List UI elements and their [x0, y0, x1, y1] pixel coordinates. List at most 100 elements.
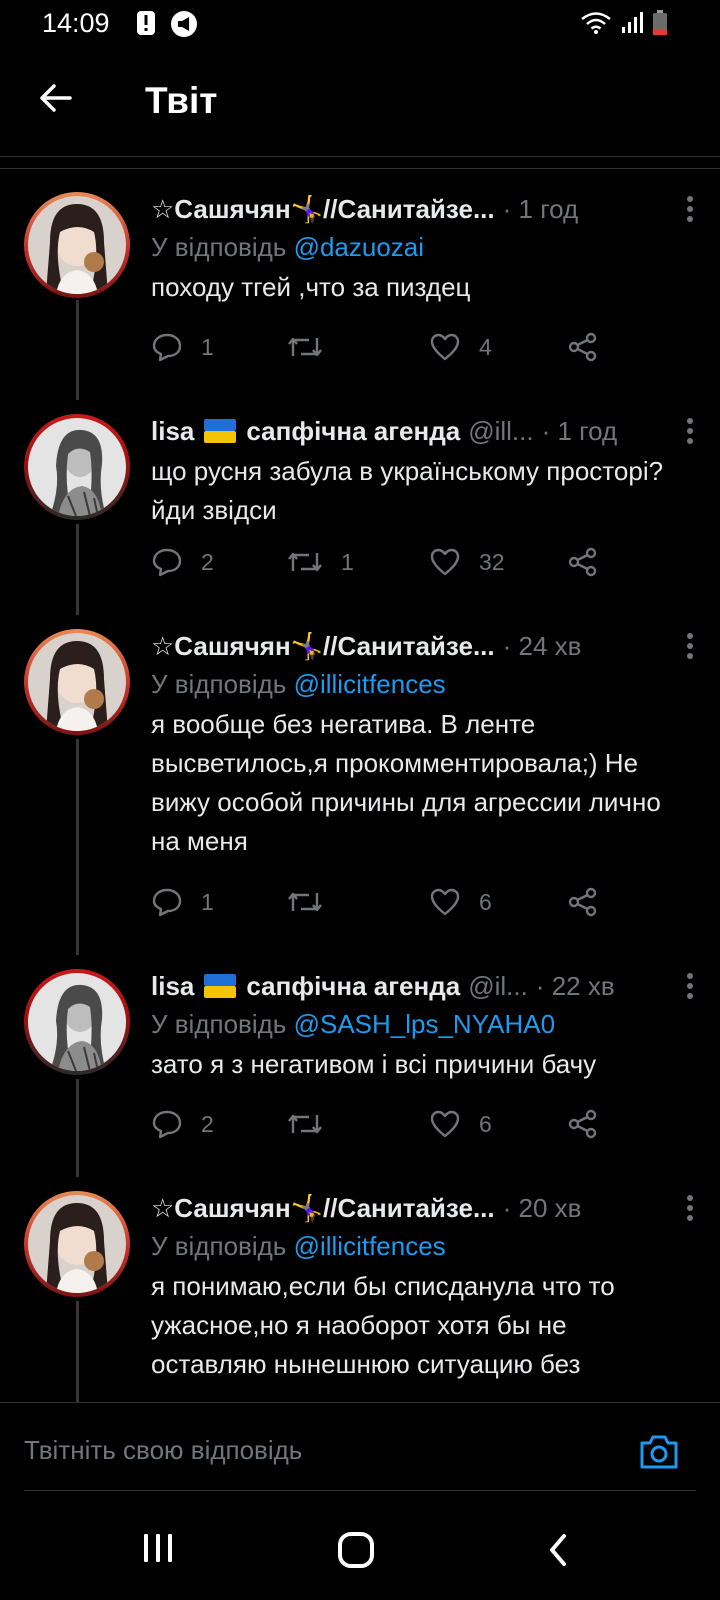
avatar[interactable] [24, 414, 130, 520]
like-count: 6 [479, 1110, 492, 1137]
tweet-header: ☆Сашячян🤸‍♀️//Санитайзе... · 24 хв [151, 629, 684, 663]
author-name-suffix[interactable]: сапфічна агенда [246, 416, 460, 447]
tweet[interactable]: ☆Сашячян🤸‍♀️//Санитайзе... · 1 год У від… [0, 170, 720, 400]
retweet-icon [288, 552, 322, 572]
composer-underline [24, 1490, 696, 1491]
tweet-header: lisa сапфічна агенда @ill... · 1 год [151, 414, 684, 448]
status-system-icons [580, 10, 668, 36]
avatar-image [28, 973, 126, 1071]
tweet-content: ☆Сашячян🤸‍♀️//Санитайзе... · 24 хв У від… [151, 629, 693, 861]
author-name[interactable]: lisa [151, 971, 194, 1002]
author-name[interactable]: lisa [151, 416, 194, 447]
avatar-image [28, 418, 126, 516]
reply-count: 2 [201, 1110, 214, 1137]
retweet-button[interactable]: 1 [287, 547, 354, 577]
reply-mention-link[interactable]: @illicitfences [294, 1231, 446, 1261]
more-icon[interactable] [686, 631, 694, 661]
retweet-button[interactable] [287, 887, 341, 917]
tweet[interactable]: ☆Сашячян🤸‍♀️//Санитайзе... · 20 хв У від… [0, 1177, 720, 1402]
author-name[interactable]: ☆Сашячян🤸‍♀️//Санитайзе... [151, 1193, 495, 1224]
share-button[interactable] [567, 332, 599, 362]
tweet-header: ☆Сашячян🤸‍♀️//Санитайзе... · 1 год [151, 192, 684, 226]
wifi-icon [581, 12, 611, 34]
avatar[interactable] [24, 1191, 130, 1297]
reply-context: У відповідь @illicitfences [151, 668, 684, 701]
tweet-text: що русня забула в українському просторі?… [151, 456, 664, 525]
avatar[interactable] [24, 192, 130, 298]
header-divider [0, 156, 720, 157]
share-icon [568, 887, 597, 917]
back-icon[interactable] [544, 1530, 572, 1570]
tweet[interactable]: lisa сапфічна агенда @il... · 22 хв У ві… [0, 955, 720, 1177]
tweet-actions: 2 1 32 [151, 547, 611, 587]
tweet-header: lisa сапфічна агенда @il... · 22 хв [151, 969, 684, 1003]
author-name-suffix[interactable]: сапфічна агенда [246, 971, 460, 1002]
camera-icon[interactable] [638, 1433, 680, 1471]
more-icon[interactable] [686, 971, 694, 1001]
reply-count: 1 [201, 333, 214, 360]
more-icon[interactable] [686, 194, 694, 224]
tweet-content: lisa сапфічна агенда @il... · 22 хв У ві… [151, 969, 693, 1084]
share-button[interactable] [567, 887, 599, 917]
avatar-image [28, 1195, 126, 1293]
tweet-actions: 1 6 [151, 887, 611, 927]
retweet-icon [288, 1114, 322, 1134]
retweet-count: 1 [341, 548, 354, 575]
reply-context: У відповідь @SASH_lps_NYAHA0 [151, 1008, 684, 1041]
reply-icon [152, 333, 182, 362]
reply-mention-link[interactable]: @SASH_lps_NYAHA0 [294, 1009, 555, 1039]
like-button[interactable]: 6 [429, 887, 492, 917]
retweet-button[interactable] [287, 332, 341, 362]
arrow-left-icon[interactable] [36, 78, 76, 118]
reply-thread: ☆Сашячян🤸‍♀️//Санитайзе... · 1 год У від… [0, 170, 720, 1402]
like-icon [430, 333, 460, 361]
reply-icon [152, 1110, 182, 1139]
thread-connector [76, 524, 79, 615]
reply-mention-link[interactable]: @illicitfences [294, 669, 446, 699]
reply-mention-link[interactable]: @dazuozai [294, 232, 424, 262]
author-handle: @ill... [468, 415, 534, 446]
tweet-time: · 20 хв [502, 1192, 582, 1223]
retweet-button[interactable] [287, 1109, 341, 1139]
recents-icon[interactable] [140, 1530, 176, 1566]
tweet-text: я понимаю,если бы списданула что то ужас… [151, 1271, 615, 1379]
avatar[interactable] [24, 629, 130, 735]
author-handle: @il... [468, 970, 528, 1001]
avatar[interactable] [24, 969, 130, 1075]
megaphone-icon [171, 11, 197, 37]
share-button[interactable] [567, 547, 599, 577]
reply-composer[interactable]: Твітніть свою відповідь [0, 1402, 720, 1492]
tweet-actions: 1 4 [151, 332, 611, 372]
battery-icon [653, 10, 667, 35]
reply-button[interactable]: 2 [151, 547, 214, 577]
ukraine-flag-icon [204, 419, 237, 443]
like-count: 6 [479, 888, 492, 915]
like-button[interactable]: 6 [429, 1109, 492, 1139]
reply-input[interactable]: Твітніть свою відповідь [24, 1435, 302, 1466]
tweet[interactable]: ☆Сашячян🤸‍♀️//Санитайзе... · 24 хв У від… [0, 615, 720, 955]
retweet-icon [288, 337, 322, 357]
like-button[interactable]: 4 [429, 332, 492, 362]
like-button[interactable]: 32 [429, 547, 505, 577]
reply-count: 1 [201, 888, 214, 915]
like-icon [430, 548, 460, 576]
like-count: 4 [479, 333, 492, 360]
reply-button[interactable]: 2 [151, 1109, 214, 1139]
tweet-content: ☆Сашячян🤸‍♀️//Санитайзе... · 20 хв У від… [151, 1191, 693, 1384]
tweet[interactable]: lisa сапфічна агенда @ill... · 1 год що … [0, 400, 720, 615]
reply-button[interactable]: 1 [151, 887, 214, 917]
more-icon[interactable] [686, 1193, 694, 1223]
reply-prefix: У відповідь [151, 669, 294, 699]
home-icon[interactable] [336, 1530, 376, 1570]
tweet-content: ☆Сашячян🤸‍♀️//Санитайзе... · 1 год У від… [151, 192, 693, 307]
system-navigation-bar [0, 1500, 720, 1600]
author-name[interactable]: ☆Сашячян🤸‍♀️//Санитайзе... [151, 631, 495, 662]
author-name[interactable]: ☆Сашячян🤸‍♀️//Санитайзе... [151, 194, 495, 225]
retweet-icon [288, 892, 322, 912]
reply-prefix: У відповідь [151, 1009, 294, 1039]
tweet-content: lisa сапфічна агенда @ill... · 1 год що … [151, 414, 693, 530]
more-icon[interactable] [686, 416, 694, 446]
reply-button[interactable]: 1 [151, 332, 214, 362]
avatar-image [28, 196, 126, 294]
share-button[interactable] [567, 1109, 599, 1139]
